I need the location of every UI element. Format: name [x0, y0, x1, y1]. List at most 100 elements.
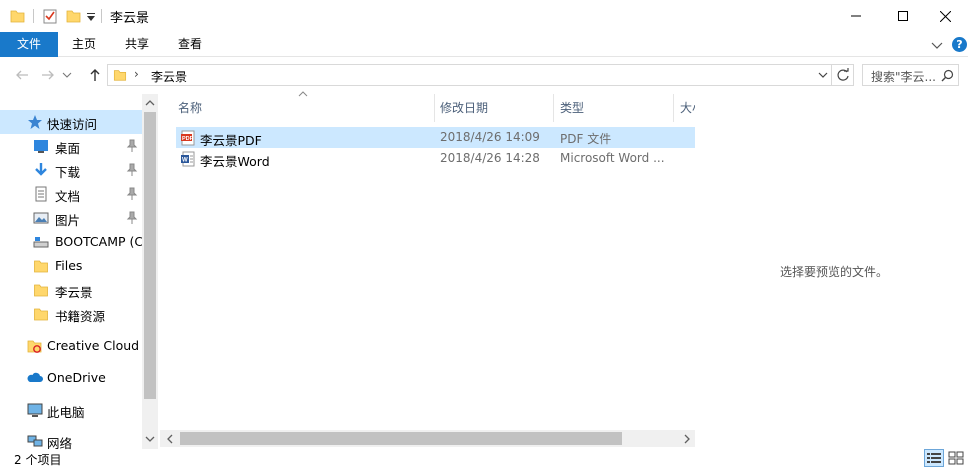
- scrollbar-thumb[interactable]: [144, 112, 156, 399]
- large-icons-view-button[interactable]: [946, 449, 966, 467]
- nav-item-this-pc[interactable]: 此电脑: [0, 398, 142, 422]
- pin-icon[interactable]: [126, 211, 138, 225]
- recent-locations-icon[interactable]: [62, 70, 72, 80]
- file-type: Microsoft Word ...: [560, 151, 665, 165]
- table-row[interactable]: W 李云景Word 2018/4/26 14:28 Microsoft Word…: [176, 148, 695, 169]
- large-icons-view-icon: [948, 451, 964, 465]
- tab-view[interactable]: 查看: [164, 32, 216, 57]
- nav-item-downloads[interactable]: 下载: [0, 158, 142, 182]
- drive-icon: [33, 237, 49, 248]
- folder-icon: [34, 308, 48, 321]
- navigation-pane: 快速访问 桌面 下载 文档 图片 BOOTCAMP (C Files 李云景 书…: [0, 94, 158, 451]
- column-header-name[interactable]: 名称: [178, 94, 202, 122]
- maximize-icon: [898, 11, 908, 21]
- file-date: 2018/4/26 14:09: [440, 130, 540, 144]
- minimize-button[interactable]: [833, 0, 879, 32]
- file-name: 李云景PDF: [200, 133, 262, 148]
- nav-item-book-resources[interactable]: 书籍资源: [0, 302, 142, 326]
- nav-item-documents[interactable]: 文档: [0, 182, 142, 206]
- column-header-size[interactable]: 大小: [680, 94, 695, 122]
- preview-message: 选择要预览的文件。: [780, 265, 889, 279]
- separator: [33, 9, 34, 23]
- pin-icon[interactable]: [126, 139, 138, 153]
- up-arrow-icon[interactable]: [87, 67, 103, 83]
- window-title: 李云景: [110, 11, 150, 26]
- tab-file[interactable]: 文件: [0, 32, 58, 57]
- search-box[interactable]: 搜索"李云...: [862, 64, 959, 86]
- nav-item-label: 文档: [55, 189, 81, 204]
- nav-item-files[interactable]: Files: [0, 254, 142, 278]
- file-date: 2018/4/26 14:28: [440, 151, 540, 165]
- refresh-icon: [837, 68, 849, 81]
- properties-icon[interactable]: [42, 8, 58, 24]
- refresh-button[interactable]: [832, 64, 854, 86]
- new-folder-icon[interactable]: [66, 8, 81, 24]
- nav-item-quick-access[interactable]: 快速访问: [0, 110, 142, 134]
- nav-item-bootcamp[interactable]: BOOTCAMP (C: [0, 230, 144, 254]
- close-button[interactable]: [922, 0, 968, 32]
- nav-item-label: 桌面: [55, 141, 81, 156]
- svg-text:PDF: PDF: [182, 136, 194, 142]
- folder-icon: [34, 284, 48, 297]
- pdf-icon: PDF: [181, 130, 195, 146]
- nav-item-label: 下载: [55, 165, 81, 180]
- close-icon: [939, 10, 951, 22]
- details-view-icon: [927, 453, 941, 463]
- nav-item-label: 书籍资源: [55, 309, 106, 324]
- back-arrow-icon[interactable]: [14, 67, 30, 83]
- table-row[interactable]: PDF 李云景PDF 2018/4/26 14:09 PDF 文件: [176, 127, 695, 148]
- scroll-right-icon[interactable]: [679, 431, 695, 447]
- scroll-down-icon[interactable]: [142, 431, 158, 447]
- nav-item-label: 快速访问: [47, 117, 98, 132]
- scrollbar-thumb[interactable]: [180, 432, 622, 445]
- nav-item-desktop[interactable]: 桌面: [0, 134, 142, 158]
- pin-icon[interactable]: [126, 163, 138, 177]
- cloud-icon: [27, 372, 43, 382]
- chevron-right-icon[interactable]: ›: [134, 67, 139, 81]
- search-icon[interactable]: [941, 69, 954, 82]
- ribbon-tabs: 文件 主页 共享 查看: [0, 32, 968, 57]
- forward-arrow-icon[interactable]: [40, 67, 56, 83]
- expand-ribbon-icon[interactable]: [930, 40, 944, 50]
- item-count: 2 个项目: [14, 453, 62, 467]
- scroll-up-icon[interactable]: [142, 95, 158, 111]
- nav-item-creative-cloud[interactable]: Creative Cloud F: [0, 334, 150, 358]
- address-bar[interactable]: › 李云景: [107, 64, 832, 86]
- chevron-down-icon[interactable]: [818, 71, 828, 79]
- nav-item-onedrive[interactable]: OneDrive: [0, 366, 142, 390]
- nav-item-label: 图片: [55, 213, 81, 228]
- column-header-date[interactable]: 修改日期: [440, 94, 488, 122]
- folder-icon: [34, 260, 48, 273]
- pin-icon[interactable]: [126, 187, 138, 201]
- tab-home[interactable]: 主页: [58, 32, 110, 57]
- nav-item-label: BOOTCAMP (C: [55, 234, 144, 249]
- download-icon: [35, 163, 47, 176]
- tab-share[interactable]: 共享: [110, 32, 164, 57]
- nav-item-li-yunjing[interactable]: 李云景: [0, 278, 142, 302]
- column-divider[interactable]: [553, 94, 554, 122]
- customize-toolbar-icon[interactable]: [85, 8, 97, 24]
- details-view-button[interactable]: [924, 449, 944, 467]
- column-divider[interactable]: [673, 94, 674, 122]
- status-bar: 2 个项目: [0, 449, 968, 470]
- maximize-button[interactable]: [880, 0, 926, 32]
- breadcrumb[interactable]: 李云景: [151, 68, 187, 85]
- star-icon: [28, 115, 42, 129]
- title-bar: 李云景: [0, 0, 968, 32]
- folder-icon: [113, 70, 127, 81]
- creative-cloud-icon: [27, 340, 42, 353]
- column-header-type[interactable]: 类型: [560, 94, 584, 122]
- desktop-icon: [34, 140, 48, 153]
- folder-icon[interactable]: [10, 8, 25, 24]
- computer-icon: [27, 403, 43, 417]
- separator: [101, 9, 102, 23]
- nav-item-pictures[interactable]: 图片: [0, 206, 142, 230]
- word-icon: W: [181, 151, 195, 167]
- nav-item-label: Files: [55, 258, 83, 273]
- search-input[interactable]: 搜索"李云...: [871, 68, 936, 85]
- file-name: 李云景Word: [200, 154, 270, 169]
- help-button[interactable]: ?: [952, 37, 967, 52]
- nav-item-label: 此电脑: [47, 405, 85, 420]
- column-divider[interactable]: [434, 94, 435, 122]
- scroll-left-icon[interactable]: [162, 431, 178, 447]
